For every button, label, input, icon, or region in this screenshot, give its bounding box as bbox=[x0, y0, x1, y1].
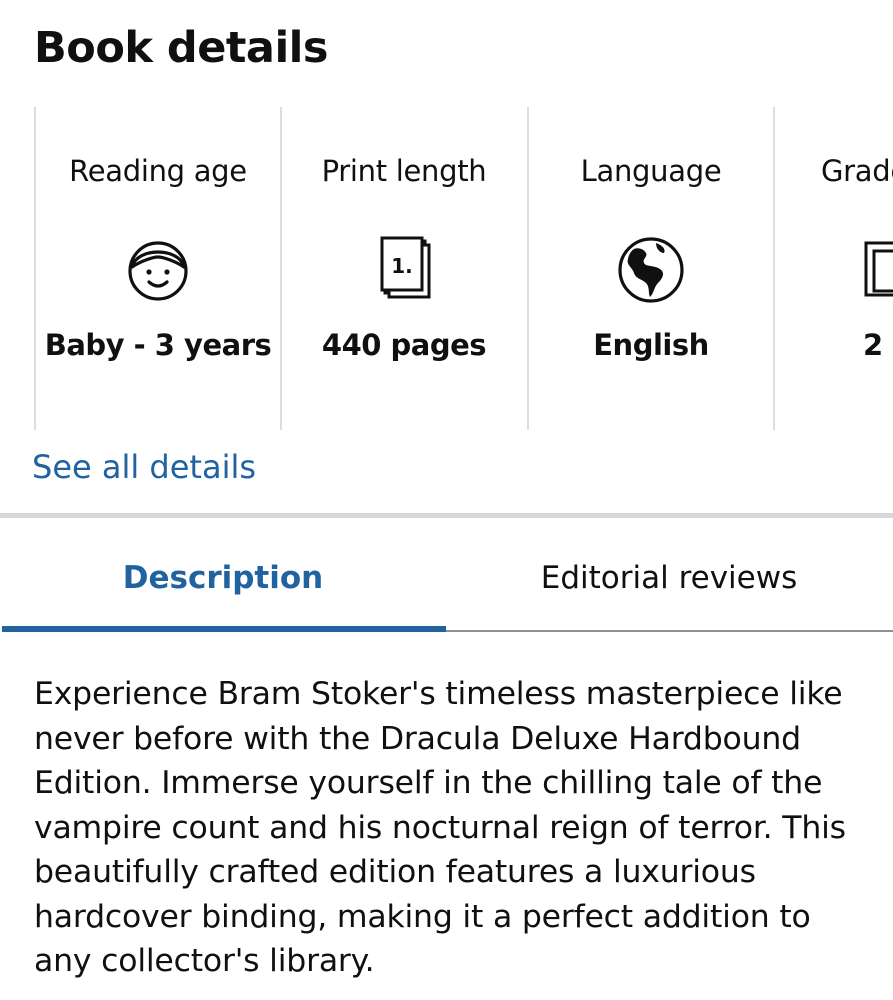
grade-level-icon bbox=[864, 241, 893, 297]
detail-card-language[interactable]: Language English bbox=[527, 107, 773, 430]
detail-label: Grade bbox=[821, 154, 893, 188]
detail-card-print-length[interactable]: Print length 1. 440 pages bbox=[280, 107, 526, 430]
book-details-carousel[interactable]: Reading age Baby - 3 years Print length … bbox=[0, 107, 893, 430]
book-description: Experience Bram Stoker's timeless master… bbox=[34, 676, 846, 979]
detail-value: 440 pages bbox=[321, 328, 487, 362]
tab-baseline bbox=[446, 630, 893, 632]
detail-value: Baby - 3 years bbox=[44, 328, 272, 362]
detail-card-grade[interactable]: Grade 2 - bbox=[773, 107, 893, 430]
svg-text:1.: 1. bbox=[391, 254, 413, 278]
globe-icon bbox=[618, 237, 684, 303]
section-title: Book details bbox=[34, 23, 329, 73]
content-tabs: Description Editorial reviews bbox=[0, 518, 893, 633]
detail-label: Print length bbox=[321, 154, 487, 188]
detail-card-reading-age[interactable]: Reading age Baby - 3 years bbox=[34, 107, 280, 430]
book-pages-icon: 1. bbox=[380, 236, 431, 299]
selected-tab-indicator bbox=[2, 626, 446, 632]
tab-description[interactable]: Description bbox=[0, 518, 446, 630]
book-details-page: Book details Reading age Baby - 3 years … bbox=[0, 0, 893, 1000]
child-face-icon bbox=[128, 241, 188, 301]
detail-value: English bbox=[593, 328, 709, 362]
detail-label: Reading age bbox=[69, 154, 247, 188]
tab-editorial-reviews[interactable]: Editorial reviews bbox=[446, 518, 892, 630]
detail-value: 2 - bbox=[863, 328, 893, 362]
detail-label: Language bbox=[580, 154, 722, 188]
see-all-details-link[interactable]: See all details bbox=[32, 446, 256, 488]
